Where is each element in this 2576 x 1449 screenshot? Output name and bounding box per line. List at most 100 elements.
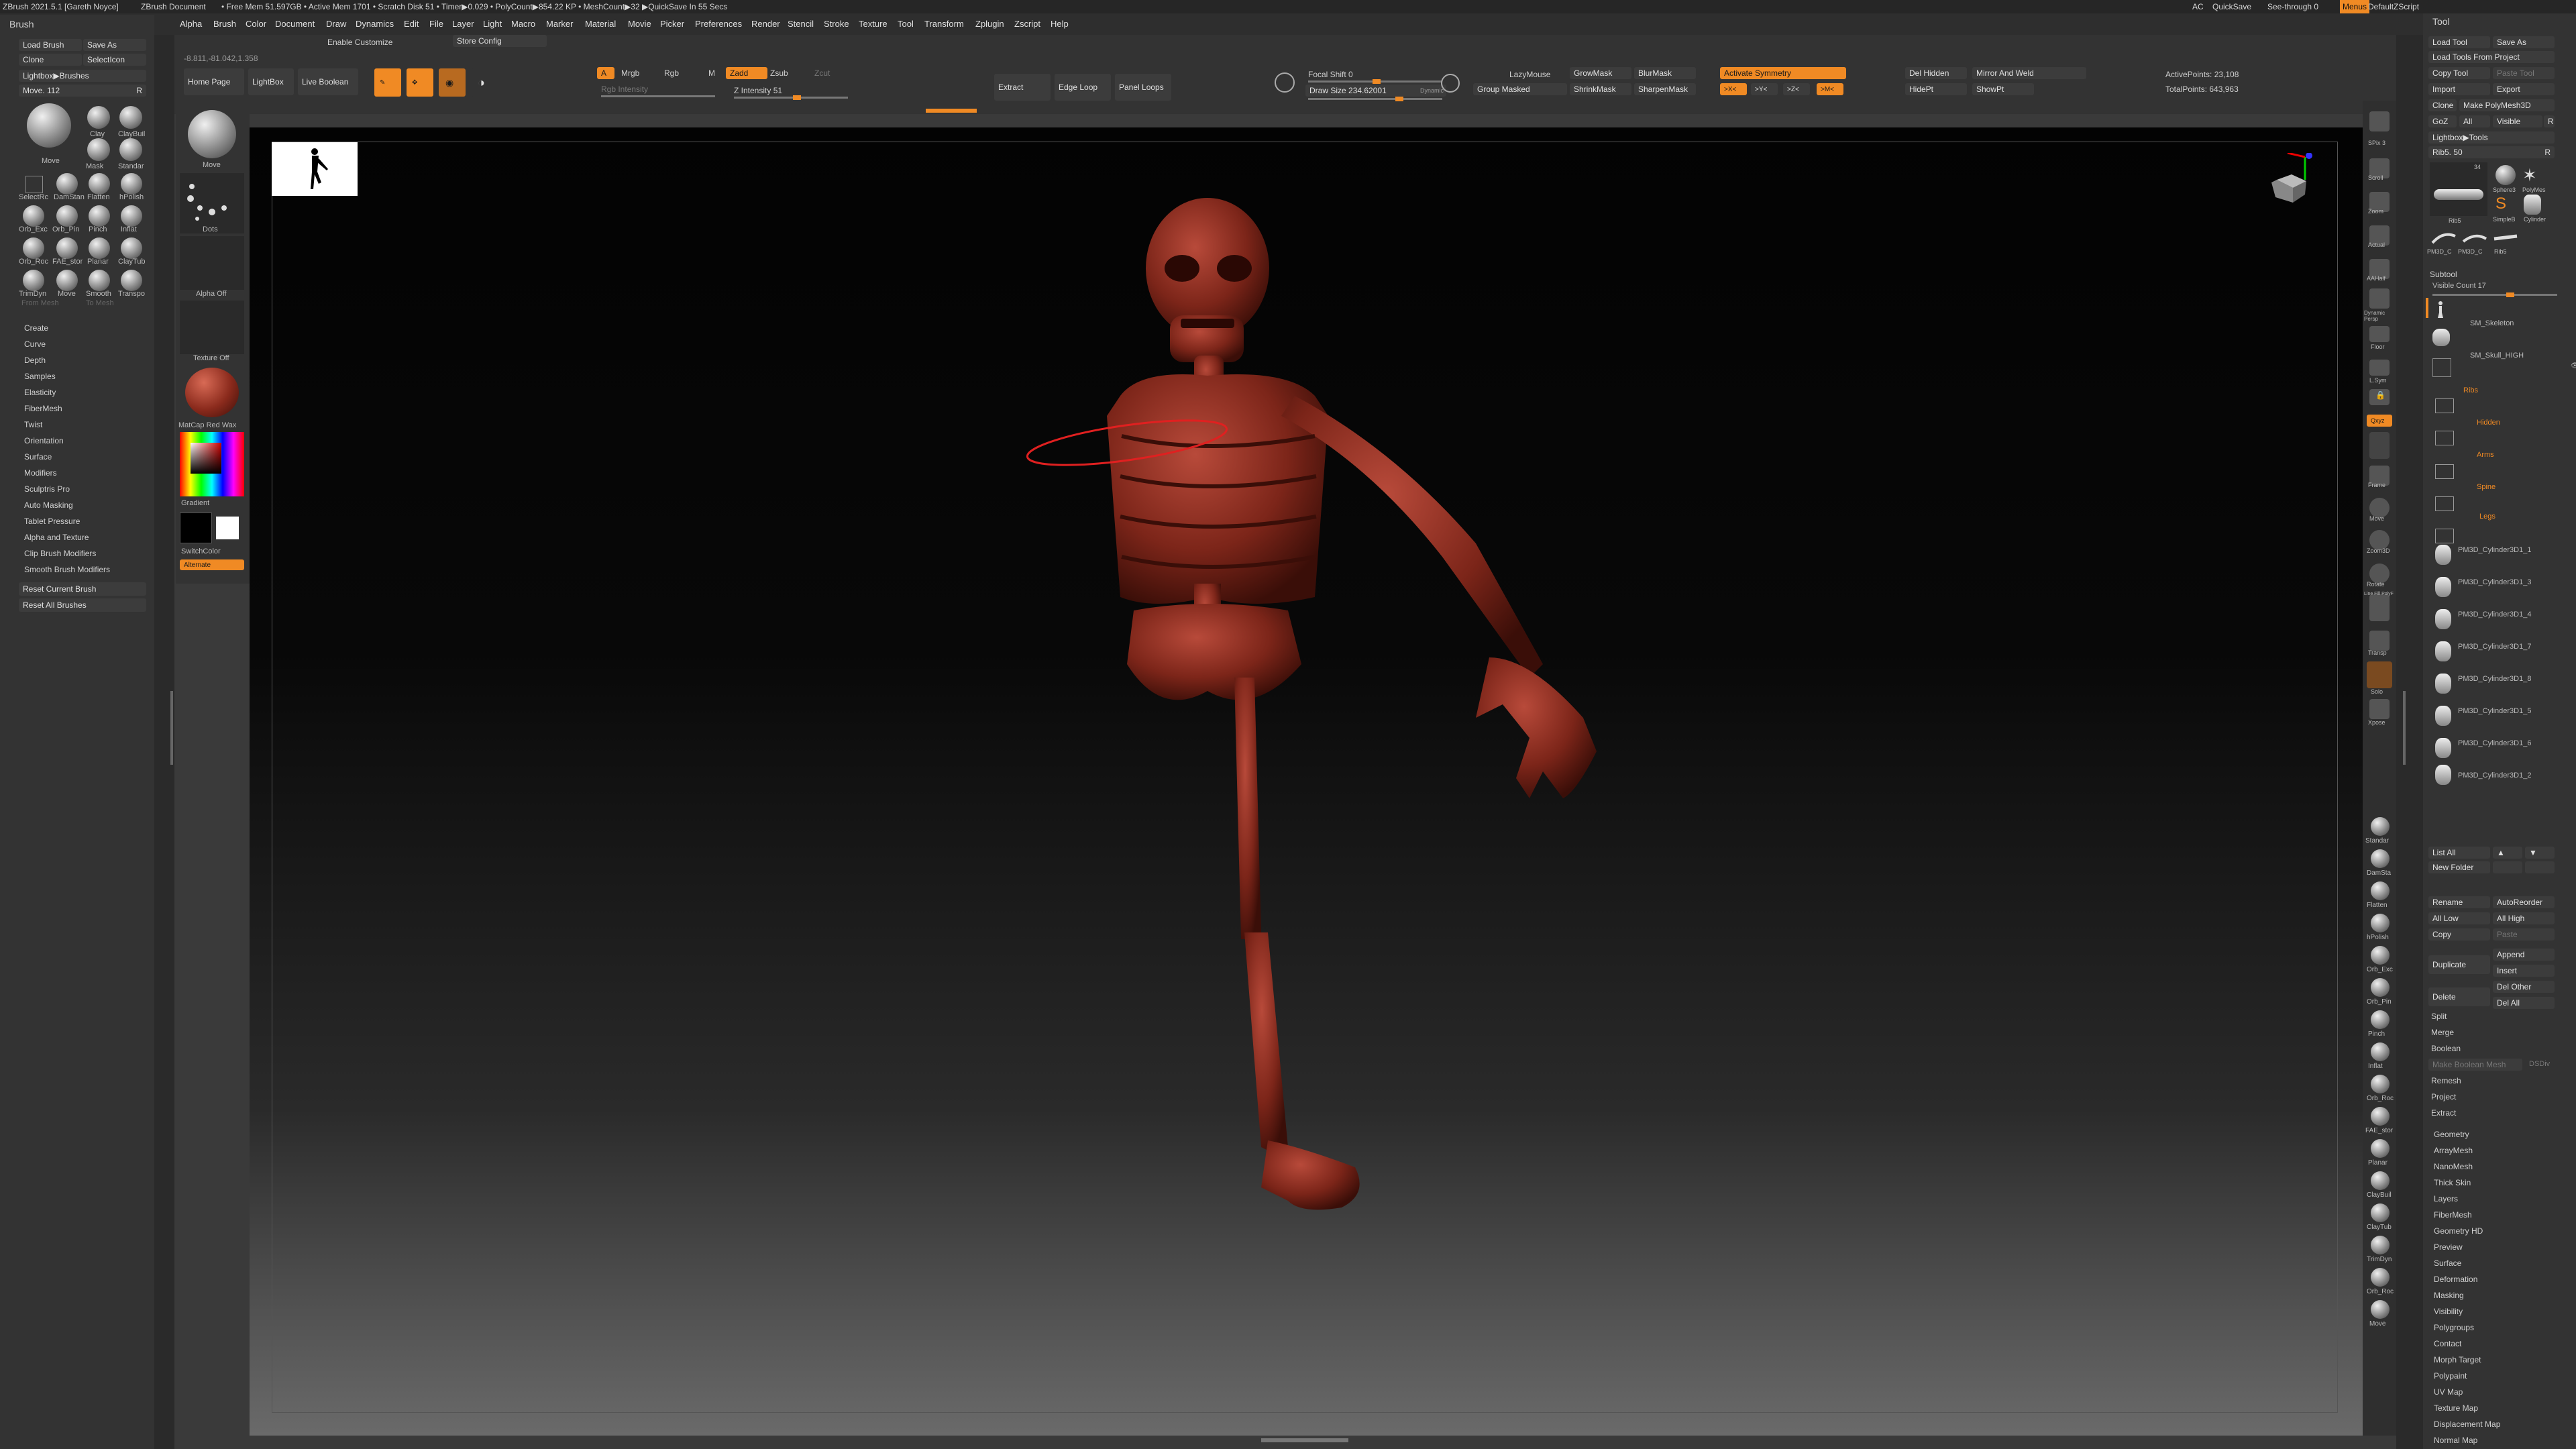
- menu-file[interactable]: File: [429, 19, 443, 29]
- section-fibermesh-tool[interactable]: FiberMesh: [2434, 1210, 2472, 1220]
- transp-button[interactable]: [2369, 631, 2390, 651]
- brush-claytubes[interactable]: [121, 237, 142, 259]
- lightbox-tools-button[interactable]: Lightbox▶Tools: [2428, 131, 2555, 144]
- make-boolean-mesh-button[interactable]: Make Boolean Mesh: [2428, 1059, 2522, 1071]
- brush-hpolish[interactable]: [121, 173, 142, 195]
- current-tool-slider[interactable]: Rib5. 50 R: [2428, 146, 2555, 158]
- menu-material[interactable]: Material: [585, 19, 616, 29]
- hidept-button[interactable]: HidePt: [1905, 83, 1967, 95]
- subtool-cyl-1-thumb[interactable]: [2435, 545, 2451, 565]
- split-section[interactable]: Split: [2431, 1012, 2447, 1021]
- menu-edit[interactable]: Edit: [404, 19, 419, 29]
- move-mode-button[interactable]: ◉: [439, 68, 466, 97]
- menu-stroke[interactable]: Stroke: [824, 19, 849, 29]
- folder-down-button[interactable]: [2525, 861, 2555, 873]
- section-contact[interactable]: Contact: [2434, 1339, 2461, 1348]
- brush-flatten[interactable]: [89, 173, 110, 195]
- subtool-1-name[interactable]: SM_Skeleton: [2470, 319, 2514, 327]
- menu-alpha[interactable]: Alpha: [180, 19, 202, 29]
- lightbox-button[interactable]: LightBox: [248, 68, 294, 95]
- subtool-cyl-8-name[interactable]: PM3D_Cylinder3D1_8: [2458, 675, 2531, 683]
- symmetry-m-toggle[interactable]: >M<: [1817, 83, 1843, 95]
- section-geometry-hd[interactable]: Geometry HD: [2434, 1226, 2483, 1236]
- ac-label[interactable]: AC: [2192, 0, 2204, 13]
- folder-spine-name[interactable]: Spine: [2477, 483, 2496, 491]
- insert-button[interactable]: Insert: [2493, 965, 2555, 977]
- copy-tool-button[interactable]: Copy Tool: [2428, 67, 2490, 79]
- section-layers[interactable]: Layers: [2434, 1194, 2458, 1203]
- folder-hidden-icon[interactable]: [2435, 431, 2454, 445]
- shelf-brush-orb-exc[interactable]: [2371, 946, 2390, 965]
- brush-thumb-move[interactable]: [188, 110, 236, 158]
- alternate-button[interactable]: Alternate: [180, 559, 244, 570]
- shelf-brush-inflat[interactable]: [2371, 1042, 2390, 1061]
- brush-clay[interactable]: [87, 106, 110, 129]
- clone-tool-button[interactable]: Clone: [2428, 99, 2457, 111]
- left-tray-handle[interactable]: [170, 691, 173, 765]
- shelf-brush-fae-stor[interactable]: [2371, 1107, 2390, 1126]
- section-curve[interactable]: Curve: [24, 339, 46, 349]
- quicksave-button[interactable]: QuickSave: [2212, 0, 2251, 13]
- import-button[interactable]: Import: [2428, 83, 2490, 95]
- subtool-cyl-7-thumb[interactable]: [2435, 641, 2451, 661]
- zsub-toggle[interactable]: Zsub: [770, 68, 788, 78]
- brush-claybuildup[interactable]: [119, 106, 142, 129]
- store-config-button[interactable]: Store Config: [453, 35, 547, 47]
- shelf-brush-orb-roc[interactable]: [2371, 1075, 2390, 1093]
- subtool-cyl-8-thumb[interactable]: [2435, 674, 2451, 694]
- shelf-brush-flatten[interactable]: [2371, 881, 2390, 900]
- menu-picker[interactable]: Picker: [660, 19, 684, 29]
- subtool-cyl-2-name[interactable]: PM3D_Cylinder3D1_2: [2458, 771, 2531, 780]
- folder-spine-icon[interactable]: [2435, 496, 2454, 511]
- floor-button[interactable]: [2369, 326, 2390, 342]
- secondary-color-swatch[interactable]: [216, 517, 239, 539]
- symmetry-x-toggle[interactable]: >X<: [1720, 83, 1747, 95]
- menu-zplugin[interactable]: Zplugin: [975, 19, 1004, 29]
- duplicate-button[interactable]: Duplicate: [2428, 955, 2490, 974]
- view-cube-gizmo[interactable]: [2267, 152, 2314, 213]
- brush-move-small[interactable]: [56, 270, 78, 291]
- brush-fae-stor[interactable]: [56, 237, 78, 259]
- polyf-button[interactable]: [2369, 594, 2390, 621]
- xpose-button[interactable]: [2369, 699, 2390, 719]
- subtool-cyl-3-name[interactable]: PM3D_Cylinder3D1_3: [2458, 578, 2531, 586]
- section-polygroups[interactable]: Polygroups: [2434, 1323, 2474, 1332]
- group-masked-button[interactable]: Group Masked: [1473, 83, 1567, 95]
- section-arraymesh[interactable]: ArrayMesh: [2434, 1146, 2473, 1155]
- from-mesh-button[interactable]: From Mesh: [21, 299, 59, 307]
- section-polypaint[interactable]: Polypaint: [2434, 1371, 2467, 1381]
- edit-button[interactable]: ✎: [374, 68, 401, 97]
- lsym-button[interactable]: [2369, 360, 2390, 376]
- brush-trimdynamic[interactable]: [23, 270, 44, 291]
- shelf-brush-damstandard[interactable]: [2371, 849, 2390, 868]
- local-axis-button[interactable]: [2369, 432, 2390, 459]
- save-as-button[interactable]: Save As: [83, 39, 146, 51]
- del-other-button[interactable]: Del Other: [2493, 981, 2555, 993]
- section-morph-target[interactable]: Morph Target: [2434, 1355, 2481, 1364]
- menu-zscript[interactable]: Zscript: [1014, 19, 1040, 29]
- skeleton-model[interactable]: [939, 195, 1644, 1241]
- section-sculptris-pro[interactable]: Sculptris Pro: [24, 484, 70, 494]
- subtool-cyl-7-name[interactable]: PM3D_Cylinder3D1_7: [2458, 643, 2531, 651]
- section-tablet-pressure[interactable]: Tablet Pressure: [24, 517, 80, 526]
- rgb-intensity-slider[interactable]: [601, 95, 715, 97]
- tool-thumb-rib5[interactable]: [2430, 162, 2487, 216]
- brush-orb-roc[interactable]: [23, 237, 44, 259]
- shelf-brush-orb-roc-2[interactable]: [2371, 1268, 2390, 1287]
- menu-brush[interactable]: Brush: [213, 19, 236, 29]
- subtool-cyl-4-thumb[interactable]: [2435, 609, 2451, 629]
- copy-subtool-button[interactable]: Copy: [2428, 928, 2490, 941]
- section-clip-brush-modifiers[interactable]: Clip Brush Modifiers: [24, 549, 96, 558]
- brush-inflat[interactable]: [121, 205, 142, 227]
- extract-section[interactable]: Extract: [2431, 1108, 2456, 1118]
- alpha-thumb[interactable]: [180, 236, 244, 290]
- folder-arms-name[interactable]: Arms: [2477, 451, 2494, 459]
- section-alpha-texture[interactable]: Alpha and Texture: [24, 533, 89, 542]
- menus-button[interactable]: Menus: [2340, 0, 2370, 13]
- shelf-brush-move[interactable]: [2371, 1300, 2390, 1319]
- all-low-button[interactable]: All Low: [2428, 912, 2490, 924]
- subtool-cyl-5-name[interactable]: PM3D_Cylinder3D1_5: [2458, 707, 2531, 715]
- current-brush-slider[interactable]: Move. 112 R: [19, 85, 146, 97]
- section-create[interactable]: Create: [24, 323, 48, 333]
- section-visibility[interactable]: Visibility: [2434, 1307, 2463, 1316]
